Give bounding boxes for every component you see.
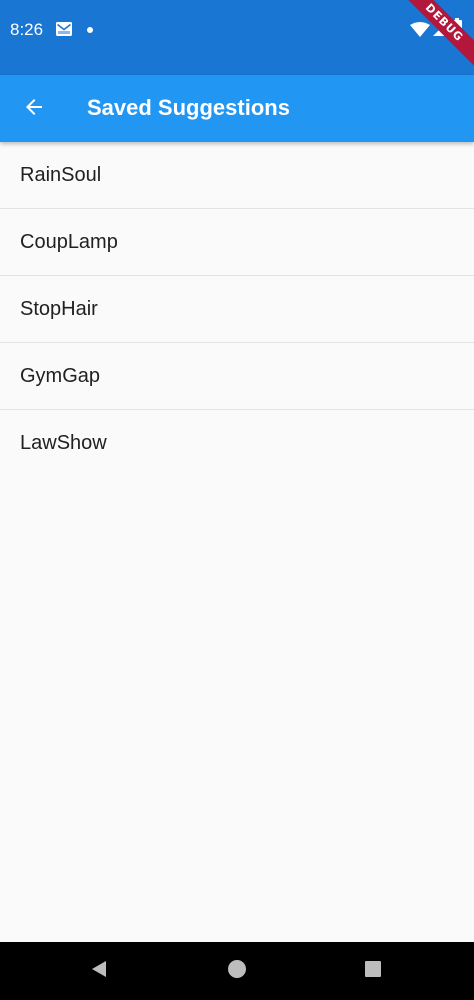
signal-icon xyxy=(432,21,448,37)
nav-recent-button[interactable] xyxy=(358,956,388,986)
notification-dot-icon xyxy=(87,27,93,33)
page-title: Saved Suggestions xyxy=(87,95,290,120)
status-bar: 8:26 DEBUG xyxy=(0,0,474,75)
app-screen: 8:26 DEBUG Saved Suggestions RainSoul Co… xyxy=(0,0,474,1000)
mail-icon xyxy=(55,21,73,37)
list-item-label: RainSoul xyxy=(20,163,102,186)
list-item-label: StopHair xyxy=(20,297,98,320)
app-bar: Saved Suggestions xyxy=(0,75,474,142)
list-item[interactable]: CoupLamp xyxy=(0,209,474,276)
list-item-label: LawShow xyxy=(20,432,107,454)
status-time: 8:26 xyxy=(10,20,44,39)
arrow-back-icon xyxy=(22,95,46,124)
battery-icon xyxy=(452,18,462,38)
saved-suggestions-list: RainSoul CoupLamp StopHair GymGap LawSho… xyxy=(0,142,474,477)
nav-back-button[interactable] xyxy=(84,956,114,986)
wifi-icon xyxy=(410,22,430,38)
list-item[interactable]: GymGap xyxy=(0,343,474,410)
list-item[interactable]: StopHair xyxy=(0,276,474,343)
debug-banner: DEBUG xyxy=(394,0,474,80)
list-item-label: GymGap xyxy=(20,364,101,387)
back-button[interactable] xyxy=(10,85,58,133)
list-item[interactable]: LawShow xyxy=(0,410,474,477)
nav-home-button[interactable] xyxy=(222,956,252,986)
list-item-label: CoupLamp xyxy=(20,230,118,253)
nav-home-icon xyxy=(227,959,247,984)
nav-back-icon xyxy=(89,959,109,984)
nav-recent-icon xyxy=(363,959,383,984)
system-nav-bar xyxy=(0,942,474,1000)
list-item[interactable]: RainSoul xyxy=(0,142,474,209)
